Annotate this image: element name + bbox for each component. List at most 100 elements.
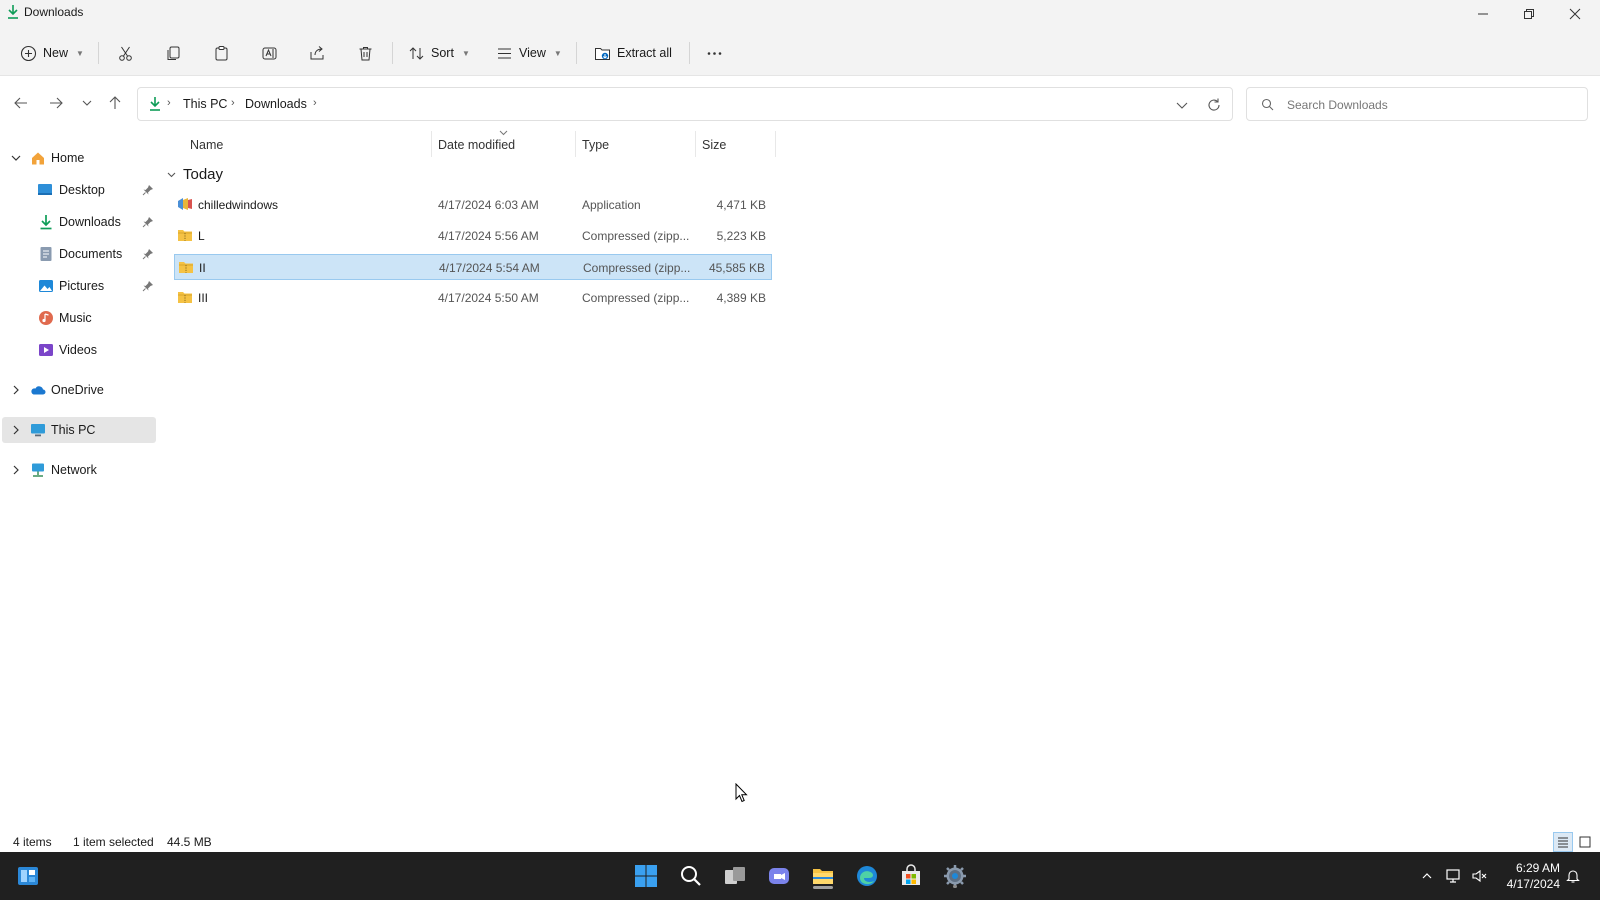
details-view-button[interactable] bbox=[1553, 832, 1573, 852]
settings-button[interactable] bbox=[939, 860, 971, 892]
column-divider[interactable] bbox=[431, 131, 432, 157]
new-icon bbox=[20, 45, 37, 61]
refresh-icon[interactable] bbox=[1206, 97, 1222, 113]
chevron-down-icon bbox=[82, 100, 92, 106]
large-icons-view-button[interactable] bbox=[1575, 832, 1595, 852]
pin-icon[interactable] bbox=[142, 280, 154, 292]
sidebar-item-pictures[interactable]: Pictures bbox=[2, 273, 156, 299]
selection-info: 1 item selected bbox=[73, 835, 154, 849]
restore-icon bbox=[1524, 9, 1534, 19]
group-header-today[interactable]: Today bbox=[166, 166, 223, 183]
chevron-right-icon[interactable] bbox=[10, 424, 22, 436]
pin-icon[interactable] bbox=[142, 248, 154, 260]
copy-button[interactable] bbox=[165, 38, 182, 68]
pin-icon[interactable] bbox=[142, 184, 154, 196]
breadcrumb-downloads[interactable]: Downloads bbox=[245, 97, 307, 111]
file-type: Compressed (zipp... bbox=[583, 261, 691, 275]
file-explorer-button[interactable] bbox=[807, 860, 839, 892]
network-status-button[interactable] bbox=[1444, 866, 1464, 886]
cut-button[interactable] bbox=[117, 38, 134, 68]
address-bar[interactable]: › This PC › Downloads › bbox=[137, 87, 1233, 121]
delete-button[interactable] bbox=[357, 38, 374, 68]
sidebar-item-music[interactable]: Music bbox=[2, 305, 156, 331]
extract-all-button[interactable]: Extract all bbox=[594, 38, 672, 68]
arrow-up-icon bbox=[109, 96, 121, 109]
widgets-button[interactable] bbox=[12, 860, 44, 892]
taskbar-search-button[interactable] bbox=[675, 860, 707, 892]
cut-icon bbox=[119, 46, 132, 61]
start-icon bbox=[635, 865, 657, 887]
divider bbox=[689, 42, 690, 64]
volume-button[interactable] bbox=[1469, 866, 1489, 886]
sidebar-item-network[interactable]: Network bbox=[2, 457, 156, 483]
recent-locations-button[interactable] bbox=[76, 92, 98, 114]
file-date: 4/17/2024 5:50 AM bbox=[438, 291, 539, 305]
edge-button[interactable] bbox=[851, 860, 883, 892]
start-button[interactable] bbox=[630, 860, 662, 892]
more-options-button[interactable] bbox=[706, 38, 723, 68]
sort-indicator-icon bbox=[499, 130, 508, 136]
up-button[interactable] bbox=[104, 92, 126, 114]
selection-size: 44.5 MB bbox=[167, 835, 212, 849]
arrow-right-icon bbox=[50, 97, 63, 109]
search-input[interactable] bbox=[1287, 95, 1577, 115]
file-row[interactable]: L 4/17/2024 5:56 AM Compressed (zipp... … bbox=[174, 223, 772, 249]
group-label: Today bbox=[183, 166, 224, 183]
copy-icon bbox=[167, 46, 180, 60]
breadcrumb-this-pc[interactable]: This PC bbox=[183, 97, 227, 111]
chevron-down-icon[interactable] bbox=[10, 152, 22, 164]
forward-button[interactable] bbox=[45, 92, 67, 114]
taskbar-clock[interactable]: 6:29 AM 4/17/2024 bbox=[1494, 860, 1560, 892]
music-icon bbox=[39, 311, 53, 325]
sidebar-item-downloads[interactable]: Downloads bbox=[2, 209, 156, 235]
search-icon bbox=[1261, 98, 1274, 111]
sidebar-item-onedrive[interactable]: OneDrive bbox=[2, 377, 156, 403]
show-hidden-icons-button[interactable] bbox=[1417, 866, 1437, 886]
chevron-right-icon[interactable] bbox=[10, 464, 22, 476]
pictures-icon bbox=[39, 280, 53, 292]
column-header-date-modified[interactable]: Date modified bbox=[438, 133, 515, 157]
paste-button[interactable] bbox=[213, 38, 230, 68]
sidebar-item-documents[interactable]: Documents bbox=[2, 241, 156, 267]
file-row[interactable]: III 4/17/2024 5:50 AM Compressed (zipp..… bbox=[174, 285, 772, 311]
view-button[interactable]: View ▼ bbox=[496, 38, 562, 68]
chevron-right-icon[interactable] bbox=[10, 384, 22, 396]
sidebar-item-desktop[interactable]: Desktop bbox=[2, 177, 156, 203]
details-view-icon bbox=[1558, 837, 1568, 848]
divider bbox=[392, 42, 393, 64]
close-button[interactable] bbox=[1552, 0, 1598, 28]
search-box[interactable] bbox=[1246, 87, 1588, 121]
file-row[interactable]: chilledwindows 4/17/2024 6:03 AM Applica… bbox=[174, 192, 772, 218]
pin-icon[interactable] bbox=[142, 216, 154, 228]
sidebar-item-label: Network bbox=[51, 463, 97, 477]
chat-button[interactable] bbox=[763, 860, 795, 892]
file-size: 4,471 KB bbox=[716, 198, 766, 212]
column-divider[interactable] bbox=[775, 131, 776, 157]
column-divider[interactable] bbox=[575, 131, 576, 157]
sidebar-item-home[interactable]: Home bbox=[2, 145, 156, 171]
file-name: L bbox=[198, 229, 205, 243]
new-label: New bbox=[43, 46, 69, 60]
notifications-button[interactable] bbox=[1563, 866, 1583, 886]
sort-button[interactable]: Sort ▼ bbox=[408, 38, 470, 68]
task-view-button[interactable] bbox=[719, 860, 751, 892]
minimize-icon bbox=[1478, 13, 1488, 15]
sidebar-item-videos[interactable]: Videos bbox=[2, 337, 156, 363]
column-header-name[interactable]: Name bbox=[190, 133, 223, 157]
share-button[interactable] bbox=[309, 38, 326, 68]
back-button[interactable] bbox=[10, 92, 32, 114]
column-header-size[interactable]: Size bbox=[702, 133, 726, 157]
sort-label: Sort bbox=[431, 46, 454, 60]
store-button[interactable] bbox=[895, 860, 927, 892]
new-button[interactable]: New ▼ bbox=[20, 38, 84, 68]
file-row[interactable]: II 4/17/2024 5:54 AM Compressed (zipp...… bbox=[174, 254, 772, 280]
chevron-down-icon[interactable] bbox=[1174, 97, 1190, 113]
clock-time: 6:29 AM bbox=[1515, 861, 1560, 875]
rename-button[interactable] bbox=[261, 38, 278, 68]
minimize-button[interactable] bbox=[1460, 0, 1506, 28]
column-divider[interactable] bbox=[695, 131, 696, 157]
chevron-right-icon: › bbox=[167, 97, 171, 109]
restore-button[interactable] bbox=[1506, 0, 1552, 28]
column-header-type[interactable]: Type bbox=[582, 133, 609, 157]
sidebar-item-this-pc[interactable]: This PC bbox=[2, 417, 156, 443]
